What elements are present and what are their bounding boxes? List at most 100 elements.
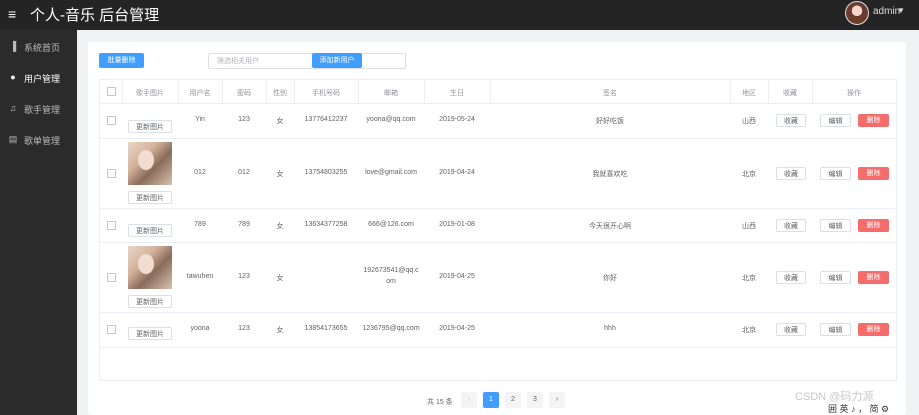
batch-delete-button[interactable]: 批量删除	[99, 53, 144, 68]
pagination-prev[interactable]: ‹	[461, 392, 477, 408]
delete-button[interactable]: 删除	[858, 219, 889, 232]
cell-region: 北京	[742, 171, 756, 178]
cell-birthday: 2019-04-25	[439, 273, 475, 280]
app-title: 个人-音乐 后台管理	[30, 7, 160, 24]
cell-password: 012	[238, 169, 250, 176]
edit-button[interactable]: 编辑	[820, 271, 851, 284]
row-checkbox[interactable]	[107, 273, 116, 282]
cell-password: 123	[238, 116, 250, 123]
add-user-button[interactable]: 添加新用户	[312, 53, 362, 68]
pagination-page[interactable]: 1	[483, 392, 499, 408]
row-checkbox[interactable]	[107, 221, 116, 230]
table-row: 更新图片 tawuhen 123 女 192673541@qq.c om 201…	[100, 243, 896, 313]
cell-region: 北京	[742, 275, 756, 282]
delete-button[interactable]: 删除	[858, 323, 889, 336]
cell-signature: 你好	[603, 275, 617, 282]
singer-image	[128, 142, 172, 185]
edit-button[interactable]: 编辑	[820, 167, 851, 180]
cell-signature: hhh	[604, 325, 616, 332]
edit-button[interactable]: 编辑	[820, 219, 851, 232]
update-image-button[interactable]: 更新图片	[128, 327, 172, 340]
delete-button[interactable]: 删除	[858, 114, 889, 127]
sidebar-item-dashboard[interactable]: ▐ 系统首页	[0, 35, 77, 59]
table-row: 更新图片 yoona 123 女 13854173655 1236795@qq.…	[100, 313, 896, 348]
cell-birthday: 2019-04-24	[439, 169, 475, 176]
table-header: 歌手图片 用户名 密码 性别 手机号码 邮箱 生日 签名 地区 收藏 操作	[100, 80, 896, 104]
favorite-button[interactable]: 收藏	[776, 271, 806, 284]
cell-birthday: 2019-01-08	[439, 221, 475, 228]
favorite-button[interactable]: 收藏	[776, 167, 806, 180]
favorite-button[interactable]: 收藏	[776, 219, 806, 232]
favorite-button[interactable]: 收藏	[776, 323, 806, 336]
cell-region: 北京	[742, 327, 756, 334]
sidebar-item-users[interactable]: ● 用户管理	[0, 66, 77, 90]
search-input[interactable]	[208, 53, 406, 69]
cell-password: 789	[238, 221, 250, 228]
cell-phone: 13854173655	[304, 325, 348, 332]
column-header: 签名	[603, 90, 617, 97]
sidebar-item-label: 用户管理	[24, 74, 61, 84]
bar-chart-icon: ▐	[9, 41, 17, 51]
cell-email: 666@126.com	[368, 221, 414, 228]
edit-button[interactable]: 编辑	[820, 114, 851, 127]
update-image-button[interactable]: 更新图片	[128, 191, 172, 204]
update-image-button[interactable]: 更新图片	[128, 120, 172, 133]
cell-username: 789	[194, 221, 206, 228]
select-all-checkbox[interactable]	[107, 87, 116, 96]
cell-phone: 13754803255	[304, 169, 348, 176]
column-header: 收藏	[783, 90, 797, 97]
table-row: 更新图片 789 789 女 13634377258 666@126.com 2…	[100, 209, 896, 243]
sidebar-item-singers[interactable]: ♫ 歌手管理	[0, 97, 77, 121]
sidebar-item-label: 歌单管理	[24, 136, 61, 146]
column-header: 操作	[847, 90, 861, 97]
sidebar-item-label: 系统首页	[24, 43, 61, 53]
cell-email: 1236795@qq.com	[362, 325, 420, 332]
top-bar: ≡ 个人-音乐 后台管理 admin ▼	[0, 0, 919, 30]
sidebar-item-playlists[interactable]: ▤ 歌单管理	[0, 128, 77, 152]
delete-button[interactable]: 删除	[858, 167, 889, 180]
update-image-button[interactable]: 更新图片	[128, 224, 172, 237]
table-row: 更新图片 Yin 123 女 13776412237 yoona@qq.com …	[100, 104, 896, 139]
cell-password: 123	[238, 325, 250, 332]
pagination-page[interactable]: 2	[505, 392, 521, 408]
cell-email: 192673541@qq.c	[363, 267, 419, 274]
users-table: 歌手图片 用户名 密码 性别 手机号码 邮箱 生日 签名 地区 收藏 操作 更新…	[99, 79, 897, 381]
cell-phone: 13634377258	[304, 221, 348, 228]
document-icon: ▤	[8, 134, 18, 144]
cell-signature: 我就喜欢吃	[592, 171, 628, 178]
column-header: 用户名	[189, 90, 211, 97]
cell-username: Yin	[195, 116, 205, 123]
column-header: 歌手图片	[136, 90, 164, 97]
cell-region: 山西	[742, 118, 756, 125]
column-header: 密码	[237, 90, 251, 97]
row-checkbox[interactable]	[107, 325, 116, 334]
cell-username: tawuhen	[186, 273, 214, 280]
cell-signature: 今天很开心啊	[589, 223, 631, 230]
favorite-button[interactable]: 收藏	[776, 114, 806, 127]
cell-region: 山西	[742, 223, 756, 230]
row-checkbox[interactable]	[107, 116, 116, 125]
cell-password: 123	[238, 273, 250, 280]
content-card: 批量删除 添加新用户 歌手图片 用户名 密码 性别 手机号码 邮箱 生日 签名 …	[88, 42, 906, 415]
delete-button[interactable]: 删除	[858, 271, 889, 284]
cell-gender: 女	[276, 275, 284, 282]
row-checkbox[interactable]	[107, 169, 116, 178]
sidebar-item-label: 歌手管理	[24, 105, 61, 115]
update-image-button[interactable]: 更新图片	[128, 295, 172, 308]
column-header: 手机号码	[312, 90, 340, 97]
column-header: 生日	[450, 90, 464, 97]
edit-button[interactable]: 编辑	[820, 323, 851, 336]
cell-signature: 好好吃饭	[596, 118, 624, 125]
cell-gender: 女	[276, 223, 284, 230]
user-icon: ●	[10, 72, 16, 82]
pagination-next[interactable]: ›	[549, 392, 565, 408]
table-row: 更新图片 012 012 女 13754803255 love@gmail.co…	[100, 139, 896, 209]
cell-username: yoona	[190, 325, 210, 332]
avatar[interactable]	[845, 1, 869, 25]
menu-toggle-icon[interactable]: ≡	[8, 7, 16, 21]
cell-email-wrap: om	[386, 278, 396, 285]
cell-birthday: 2019-04-25	[439, 325, 475, 332]
cell-email: yoona@qq.com	[366, 116, 416, 123]
pagination-page[interactable]: 3	[527, 392, 543, 408]
chevron-down-icon[interactable]: ▼	[897, 6, 905, 15]
